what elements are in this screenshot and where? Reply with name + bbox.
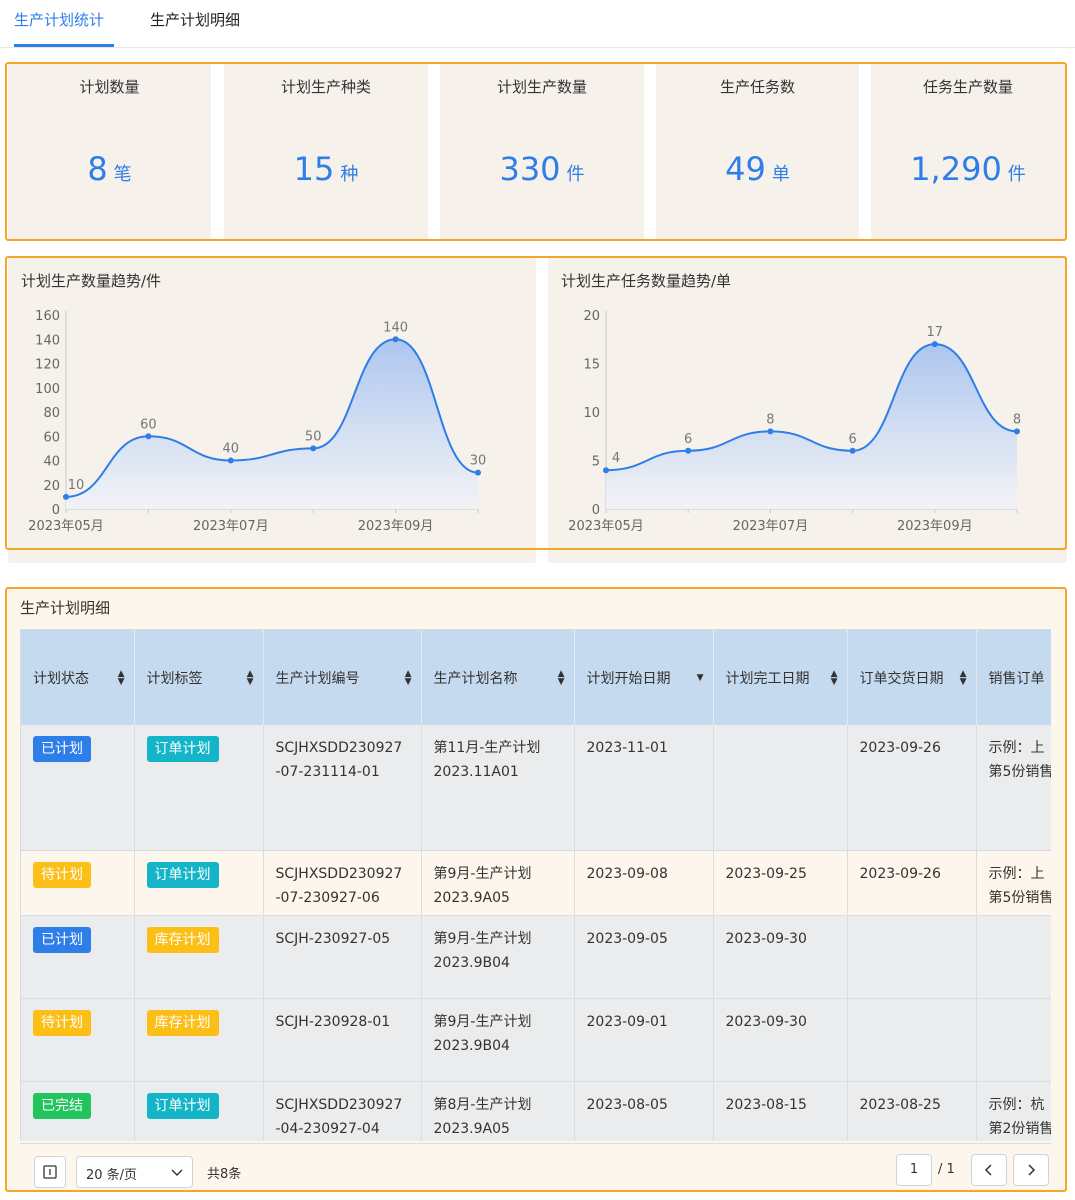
- charts-highlight-frame: [5, 256, 1067, 550]
- tab-plan-detail[interactable]: 生产计划明细: [150, 9, 240, 30]
- table-highlight-frame: [5, 587, 1067, 1192]
- stats-highlight-frame: [5, 62, 1067, 241]
- active-tab-indicator: [14, 44, 114, 47]
- tab-plan-statistics[interactable]: 生产计划统计: [14, 9, 104, 30]
- tab-bar: 生产计划统计 生产计划明细: [0, 0, 1075, 48]
